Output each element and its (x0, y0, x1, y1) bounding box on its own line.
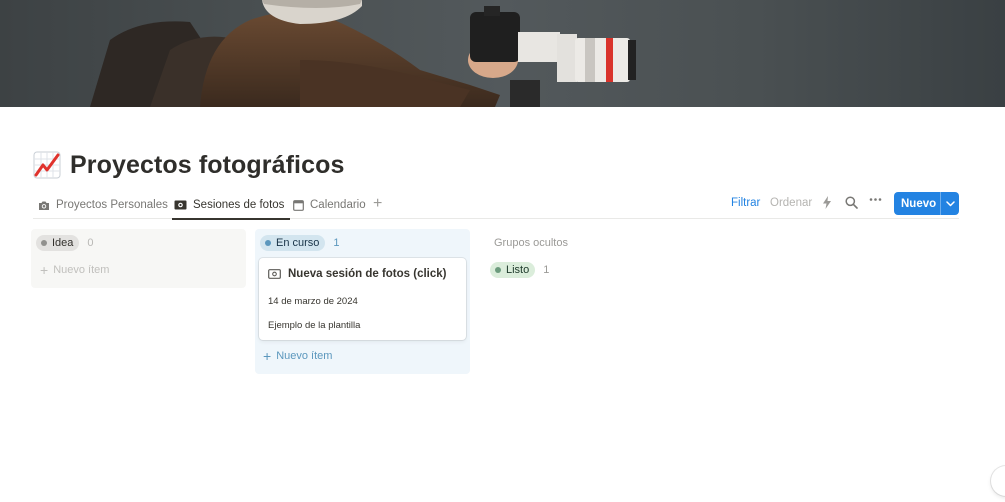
status-dot (265, 240, 271, 246)
page-title-row: Proyectos fotográficos (33, 148, 344, 182)
search-icon[interactable] (845, 196, 858, 212)
board-column-en-curso: En curso 1 Nueva sesión de fotos (click)… (255, 229, 470, 374)
card-date: 14 de marzo de 2024 (268, 296, 358, 307)
status-badge-en-curso[interactable]: En curso (260, 235, 326, 251)
status-dot (41, 240, 47, 246)
status-label: Listo (506, 264, 530, 276)
status-badge-listo[interactable]: Listo (490, 262, 536, 278)
board-card[interactable]: Nueva sesión de fotos (click) 14 de marz… (259, 258, 466, 340)
page-title: Proyectos fotográficos (70, 150, 345, 179)
tab-proyectos-personales[interactable]: Proyectos Personales (38, 192, 168, 218)
column-count: 1 (333, 237, 340, 249)
status-label: En curso (276, 237, 320, 249)
more-options-icon[interactable] (869, 193, 882, 209)
chevron-down-icon[interactable] (941, 200, 959, 207)
calendar-icon (293, 199, 304, 211)
card-title-row: Nueva sesión de fotos (click) (268, 268, 447, 280)
money-bill-icon (268, 269, 281, 279)
add-item-button[interactable]: + Nuevo ítem (40, 262, 110, 278)
sort-button[interactable]: Ordenar (770, 197, 812, 209)
add-item-button[interactable]: + Nuevo ítem (263, 348, 333, 364)
hidden-groups-heading: Grupos ocultos (494, 237, 568, 249)
add-view-icon[interactable]: + (373, 195, 382, 213)
add-item-label: Nuevo ítem (53, 264, 110, 276)
hidden-group-listo[interactable]: Listo 1 (490, 262, 549, 278)
column-count: 0 (87, 237, 94, 249)
tab-label: Proyectos Personales (56, 199, 168, 211)
tab-sesiones-de-fotos[interactable]: Sesiones de fotos (171, 192, 291, 220)
cover-image (0, 0, 1005, 107)
camera-icon (38, 200, 50, 211)
tab-label: Sesiones de fotos (193, 199, 285, 211)
view-tabs: Proyectos Personales Sesiones de fotos C… (33, 192, 959, 220)
filter-button[interactable]: Filtrar (731, 197, 760, 209)
board-column-idea: Idea 0 + Nuevo ítem (31, 229, 246, 288)
money-bill-icon (174, 200, 187, 210)
tab-label: Calendario (310, 199, 366, 211)
tab-calendario[interactable]: Calendario (293, 192, 366, 218)
new-button[interactable]: Nuevo (894, 192, 959, 215)
column-header: Idea 0 (36, 235, 94, 251)
status-label: Idea (52, 237, 74, 249)
lightning-icon[interactable] (822, 196, 832, 212)
help-button[interactable] (991, 466, 1005, 496)
column-count: 1 (543, 264, 550, 276)
card-title: Nueva sesión de fotos (click) (288, 268, 447, 280)
plus-icon: + (263, 348, 272, 364)
card-description: Ejemplo de la plantilla (268, 320, 361, 331)
new-button-label: Nuevo (901, 197, 937, 210)
plus-icon: + (40, 262, 49, 278)
status-dot (495, 267, 501, 273)
column-header: En curso 1 (260, 235, 340, 251)
add-item-label: Nuevo ítem (276, 350, 333, 362)
chart-increasing-icon (33, 151, 61, 179)
status-badge-idea[interactable]: Idea (36, 235, 80, 251)
